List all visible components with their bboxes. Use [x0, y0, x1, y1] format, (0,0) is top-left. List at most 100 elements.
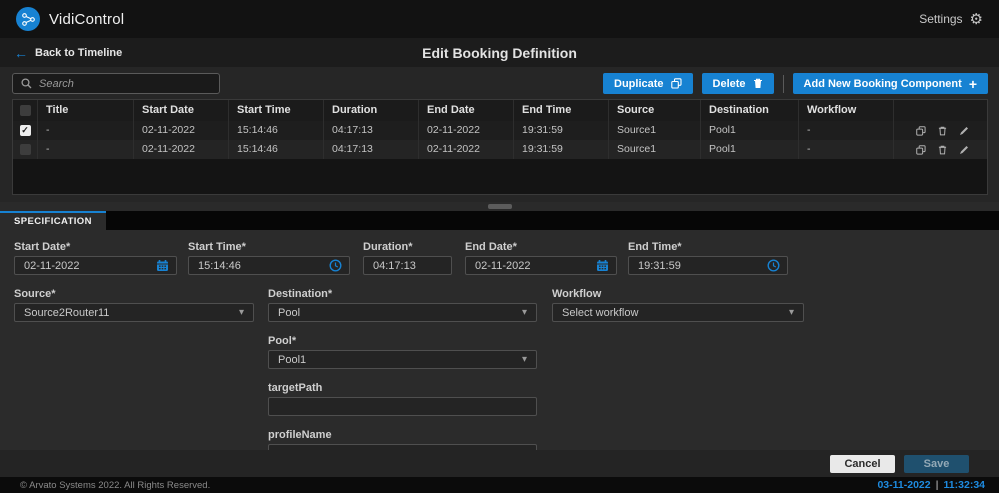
- edit-row-icon[interactable]: [959, 126, 969, 136]
- toolbar-separator: [783, 75, 784, 93]
- duration-field[interactable]: [364, 260, 451, 272]
- workflow-dropdown-value: Select workflow: [562, 307, 789, 319]
- cell-duration: 04:17:13: [324, 121, 419, 140]
- calendar-icon[interactable]: [596, 259, 616, 272]
- footer-datetime: 03-11-2022 | 11:32:34: [877, 479, 985, 491]
- nav-bar: Edit Booking Definition ← Back to Timeli…: [0, 38, 999, 67]
- table-empty-area: [13, 159, 987, 194]
- cell-end-time: 19:31:59: [514, 121, 609, 140]
- select-all-checkbox[interactable]: ✓: [20, 105, 31, 116]
- toolbar-buttons: Duplicate Delete Add New Booking Compone…: [603, 73, 988, 94]
- row-checkbox[interactable]: ✓: [20, 144, 31, 155]
- delete-row-icon[interactable]: [938, 126, 947, 136]
- destination-dropdown-value: Pool: [278, 307, 522, 319]
- search-icon: [21, 78, 32, 89]
- target-path-field-wrap: [268, 397, 537, 416]
- pool-dropdown[interactable]: Pool1 ▾: [268, 350, 537, 369]
- splitter-handle[interactable]: [488, 204, 512, 209]
- form-action-bar: Cancel Save: [0, 450, 999, 477]
- target-path-field[interactable]: [269, 401, 536, 413]
- pool-dropdown-value: Pool1: [278, 354, 522, 366]
- col-end-date: End Date: [419, 100, 514, 121]
- end-date-label: End Date*: [465, 241, 517, 253]
- clock-icon[interactable]: [767, 259, 787, 272]
- start-date-field-wrap: [14, 256, 177, 275]
- tab-specification[interactable]: SPECIFICATION: [0, 211, 106, 230]
- cell-title: -: [38, 140, 134, 159]
- destination-dropdown[interactable]: Pool ▾: [268, 303, 537, 322]
- row-actions: [894, 140, 987, 159]
- col-source: Source: [609, 100, 701, 121]
- trash-icon: [753, 78, 763, 89]
- cell-start-time: 15:14:46: [229, 121, 324, 140]
- duration-label: Duration*: [363, 241, 413, 253]
- calendar-icon[interactable]: [156, 259, 176, 272]
- source-dropdown[interactable]: Source2Router11 ▾: [14, 303, 254, 322]
- cell-title: -: [38, 121, 134, 140]
- table-row[interactable]: ✓ - 02-11-2022 15:14:46 04:17:13 02-11-2…: [13, 140, 987, 159]
- search-input[interactable]: [39, 78, 211, 90]
- cancel-button[interactable]: Cancel: [830, 455, 895, 473]
- back-link-label: Back to Timeline: [35, 47, 122, 59]
- gear-icon: ⚙: [970, 12, 983, 27]
- duration-field-wrap: [363, 256, 452, 275]
- footer-date: 03-11-2022: [877, 479, 930, 491]
- end-time-field-wrap: [628, 256, 788, 275]
- page-title: Edit Booking Definition: [0, 45, 999, 61]
- settings-label: Settings: [919, 12, 962, 26]
- chevron-down-icon: ▾: [522, 354, 527, 365]
- workflow-dropdown[interactable]: Select workflow ▾: [552, 303, 804, 322]
- end-time-field[interactable]: [629, 260, 767, 272]
- col-start-time: Start Time: [229, 100, 324, 121]
- top-bar: VidiControl Settings ⚙: [0, 0, 999, 38]
- chevron-down-icon: ▾: [789, 307, 794, 318]
- booking-list-section: Duplicate Delete Add New Booking Compone…: [0, 67, 999, 202]
- chevron-down-icon: ▾: [522, 307, 527, 318]
- col-title: Title: [38, 100, 134, 121]
- col-duration: Duration: [324, 100, 419, 121]
- copy-row-icon[interactable]: [916, 145, 926, 155]
- target-path-label: targetPath: [268, 382, 322, 394]
- footer: © Arvato Systems 2022. All Rights Reserv…: [0, 477, 999, 493]
- destination-label: Destination*: [268, 288, 332, 300]
- add-button-label: Add New Booking Component: [804, 78, 962, 90]
- table-row[interactable]: ✓ - 02-11-2022 15:14:46 04:17:13 02-11-2…: [13, 121, 987, 140]
- cell-duration: 04:17:13: [324, 140, 419, 159]
- start-time-field[interactable]: [189, 260, 329, 272]
- duplicate-button[interactable]: Duplicate: [603, 73, 693, 94]
- search-box: [12, 73, 220, 94]
- cell-source: Source1: [609, 121, 701, 140]
- settings-button[interactable]: Settings ⚙: [919, 12, 983, 27]
- copyright-text: © Arvato Systems 2022. All Rights Reserv…: [20, 480, 210, 491]
- edit-row-icon[interactable]: [959, 145, 969, 155]
- pool-label: Pool*: [268, 335, 296, 347]
- save-button[interactable]: Save: [904, 455, 969, 473]
- source-label: Source*: [14, 288, 56, 300]
- col-workflow: Workflow: [799, 100, 894, 121]
- profile-name-label: profileName: [268, 429, 332, 441]
- footer-time: 11:32:34: [944, 479, 985, 491]
- delete-row-icon[interactable]: [938, 145, 947, 155]
- duplicate-icon: [671, 78, 682, 89]
- end-date-field[interactable]: [466, 260, 596, 272]
- select-all-cell: ✓: [13, 100, 38, 121]
- copy-row-icon[interactable]: [916, 126, 926, 136]
- detail-tab-bar: SPECIFICATION: [0, 211, 999, 230]
- row-checkbox[interactable]: ✓: [20, 125, 31, 136]
- app-logo: VidiControl: [16, 7, 124, 31]
- delete-button[interactable]: Delete: [702, 73, 774, 94]
- cell-start-date: 02-11-2022: [134, 140, 229, 159]
- back-to-timeline-link[interactable]: ← Back to Timeline: [14, 46, 122, 60]
- col-destination: Destination: [701, 100, 799, 121]
- add-new-booking-component-button[interactable]: Add New Booking Component +: [793, 73, 988, 94]
- delete-button-label: Delete: [713, 78, 746, 90]
- clock-icon[interactable]: [329, 259, 349, 272]
- panel-splitter: [0, 202, 999, 211]
- start-date-field[interactable]: [15, 260, 156, 272]
- cell-end-time: 19:31:59: [514, 140, 609, 159]
- cell-source: Source1: [609, 140, 701, 159]
- chevron-down-icon: ▾: [239, 307, 244, 318]
- cell-destination: Pool1: [701, 140, 799, 159]
- booking-components-table: ✓ Title Start Date Start Time Duration E…: [12, 99, 988, 195]
- cell-workflow: -: [799, 140, 894, 159]
